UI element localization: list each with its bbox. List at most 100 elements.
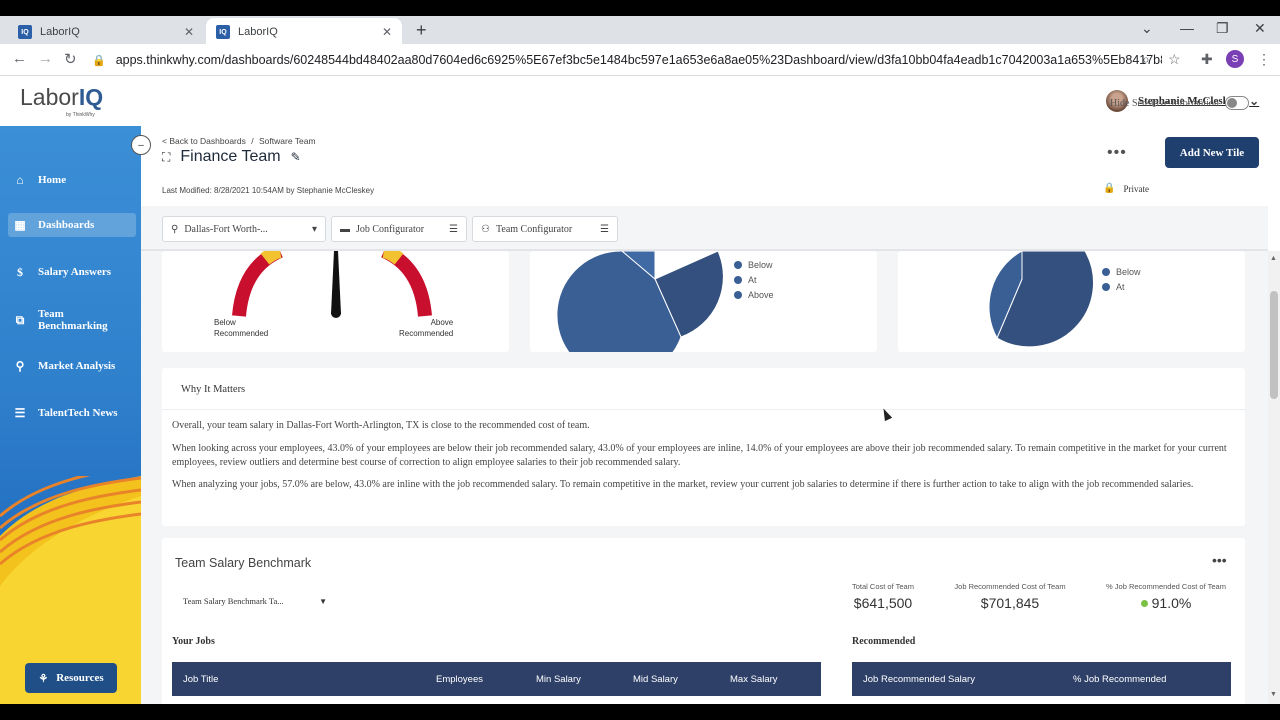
resources-button[interactable]: ⚘ Resources (25, 663, 117, 693)
recommended-heading: Recommended (852, 636, 916, 647)
jobs-pie-card: Below At (898, 251, 1245, 352)
sidebar-item-dashboards[interactable]: ▦ Dashboards (8, 213, 136, 237)
laboriq-favicon-icon: IQ (216, 25, 230, 39)
back-arrow-icon[interactable]: ← (12, 50, 27, 67)
tab-search-icon[interactable]: ⌄ (1141, 20, 1153, 37)
column-header[interactable]: Max Salary (730, 674, 778, 685)
recommended-table-header: Job Recommended Salary % Job Recommended (852, 662, 1231, 696)
why-it-matters-card: Why It Matters Overall, your team salary… (162, 368, 1246, 526)
legend-label: Below (1116, 266, 1141, 277)
sidebar-item-salary-answers[interactable]: $ Salary Answers (8, 260, 136, 284)
column-header[interactable]: Min Salary (536, 674, 581, 685)
stat-value-text: 91.0% (1151, 595, 1192, 611)
maximize-icon[interactable]: ❐ (1216, 20, 1229, 37)
hide-sensitive-toggle[interactable]: Hide Sensitive Information (970, 96, 1249, 110)
tab-close-icon[interactable]: ✕ (184, 25, 194, 39)
legend-dot-icon (734, 260, 742, 269)
window-close-icon[interactable]: ✕ (1254, 20, 1266, 37)
page-scrollbar[interactable]: ▲ ▼ (1268, 251, 1280, 704)
fullscreen-icon[interactable]: ⛶ (162, 150, 170, 165)
gauge-card: Below Recommended Above Recommended (162, 251, 509, 352)
more-options-icon[interactable]: ••• (1212, 552, 1227, 568)
column-header[interactable]: Mid Salary (633, 674, 678, 685)
logo-accent: IQ (78, 84, 104, 110)
tab-close-icon[interactable]: ✕ (382, 25, 392, 39)
legend-label: Below (748, 259, 773, 270)
sidebar-item-label: Salary Answers (38, 266, 112, 278)
resources-label: Resources (56, 672, 104, 684)
home-icon: ⌂ (16, 172, 24, 187)
gauge-below-label: Below Recommended (214, 317, 268, 339)
filter-bar: ⚲ Dallas-Fort Worth-... ▾ ▬ Job Configur… (141, 206, 1268, 250)
more-options-icon[interactable]: ••• (1107, 144, 1127, 162)
bookmark-star-icon[interactable]: ☆ (1168, 51, 1181, 68)
stat-value: $701,845 (952, 595, 1068, 611)
sidebar-item-label: Team Benchmarking (37, 308, 108, 332)
sidebar-item-talenttech-news[interactable]: ☰ TalentTech News (8, 401, 136, 425)
divider (141, 250, 1268, 251)
team-configurator-button[interactable]: ⚇ Team Configurator ☰ (472, 216, 618, 242)
map-pin-icon: ⚲ (15, 358, 25, 373)
column-header[interactable]: Job Recommended Salary (863, 674, 975, 685)
browser-tab-active[interactable]: IQ LaborIQ ✕ (206, 18, 402, 46)
legend-dot-icon (1102, 267, 1110, 276)
reload-icon[interactable]: ↻ (64, 50, 77, 68)
scroll-down-icon[interactable]: ▼ (1270, 691, 1277, 698)
legend-item: At (1102, 279, 1141, 294)
location-value: Dallas-Fort Worth-... (184, 223, 268, 235)
edit-pencil-icon[interactable]: ✎ (291, 150, 301, 164)
toggle-switch[interactable] (1224, 96, 1249, 110)
employee-pie-chart (556, 251, 724, 352)
gauge-yellow-left-arc (260, 251, 282, 265)
breadcrumb-separator: / (251, 136, 254, 146)
stat-label: Job Recommended Cost of Team (954, 582, 1066, 591)
scroll-up-icon[interactable]: ▲ (1270, 255, 1277, 262)
total-cost-stat: Total Cost of Team $641,500 (849, 582, 917, 611)
gauge-above-label: Above Recommended (399, 317, 453, 339)
sidebar-item-label: TalentTech News (38, 407, 118, 419)
url-field[interactable]: 🔒 apps.thinkwhy.com/dashboards/60248544b… (92, 49, 1162, 71)
profile-avatar[interactable]: S (1226, 50, 1244, 68)
legend-item: At (734, 272, 774, 287)
breadcrumb-current[interactable]: Software Team (259, 136, 316, 146)
gauge-above-text: Above (430, 318, 454, 327)
benchmark-select[interactable]: Team Salary Benchmark Ta... ▼ (175, 590, 335, 612)
sidebar-item-team-benchmarking[interactable]: ⧉ Team Benchmarking (8, 308, 136, 332)
new-tab-button[interactable]: + (416, 20, 427, 41)
forward-arrow-icon[interactable]: → (38, 50, 53, 67)
column-header[interactable]: % Job Recommended (1073, 674, 1166, 685)
page-title: ⛶ Finance Team ✎ (162, 148, 301, 166)
minimize-icon[interactable]: — (1180, 20, 1194, 36)
sidebar-item-home[interactable]: ⌂ Home (8, 168, 136, 192)
sidebar-item-label: Home (38, 174, 67, 186)
browser-menu-icon[interactable]: ⋮ (1257, 51, 1271, 68)
laboriq-logo[interactable]: LaborIQ by ThinkWhy (20, 84, 104, 118)
why-paragraph: When looking across your employees, 43.0… (172, 443, 1227, 468)
team-salary-benchmark-card: Team Salary Benchmark ••• Team Salary Be… (162, 538, 1245, 704)
extensions-icon[interactable]: ✚ (1201, 51, 1213, 68)
browser-tab[interactable]: IQ LaborIQ ✕ (8, 18, 204, 46)
page-header: < Back to Dashboards / Software Team ⛶ F… (141, 126, 1268, 206)
add-new-tile-button[interactable]: Add New Tile (1165, 137, 1259, 168)
screen-top-border (0, 0, 1280, 16)
tab-title: LaborIQ (40, 26, 80, 38)
legend-dot-icon (734, 290, 742, 299)
column-header[interactable]: Employees (436, 674, 483, 685)
scrollbar-thumb[interactable] (1270, 291, 1278, 399)
collapse-sidebar-button[interactable]: – (131, 135, 151, 155)
sidebar-item-market-analysis[interactable]: ⚲ Market Analysis (8, 354, 136, 378)
job-configurator-button[interactable]: ▬ Job Configurator ☰ (331, 216, 467, 242)
page-title-text: Finance Team (180, 148, 281, 165)
sidebar: ⌂ Home ▦ Dashboards $ Salary Answers ⧉ T… (0, 126, 141, 704)
pie-legend: Below At Above (734, 257, 774, 302)
column-header[interactable]: Job Title (183, 674, 218, 685)
address-bar: ← → ↻ 🔒 apps.thinkwhy.com/dashboards/602… (0, 44, 1280, 76)
employee-pie-card: Below At Above (530, 251, 877, 352)
breadcrumb: < Back to Dashboards / Software Team (162, 136, 316, 146)
percent-recommended-stat: % Job Recommended Cost of Team 91.0% (1106, 582, 1226, 611)
back-to-dashboards-link[interactable]: < Back to Dashboards (162, 136, 246, 146)
gauge-needle-hub (331, 308, 341, 318)
location-select[interactable]: ⚲ Dallas-Fort Worth-... ▾ (162, 216, 326, 242)
zoom-icon[interactable]: ⌕ (1142, 51, 1150, 68)
gauge-needle (331, 251, 341, 314)
